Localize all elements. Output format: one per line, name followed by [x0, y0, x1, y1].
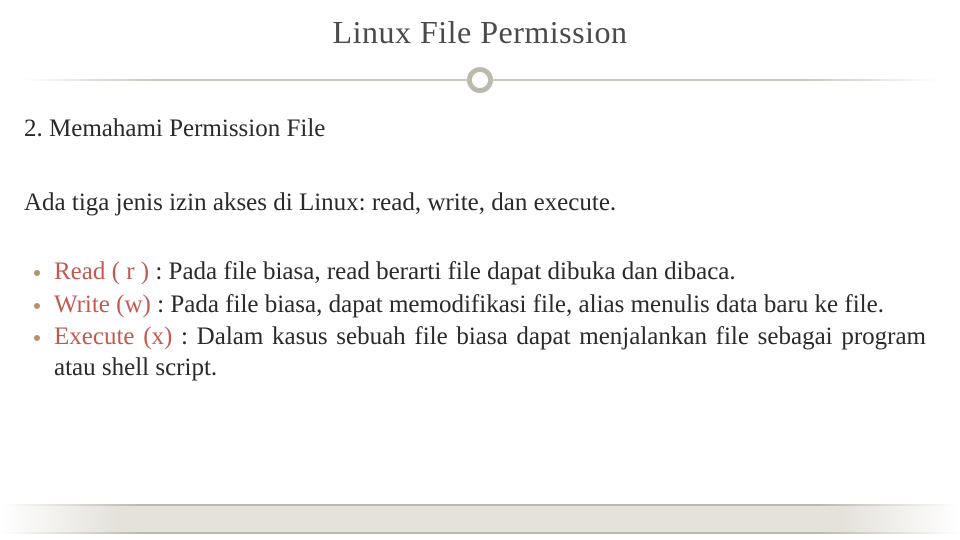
term-execute: Execute (x) — [54, 323, 172, 350]
bullet-icon — [34, 303, 40, 309]
desc-execute: : Dalam kasus sebuah file biasa dapat me… — [54, 323, 926, 381]
footer-band — [0, 506, 960, 532]
list-item: Execute (x) : Dalam kasus sebuah file bi… — [34, 322, 926, 383]
bullet-text: Read ( r ) : Pada file biasa, read berar… — [54, 257, 926, 288]
section-subtitle: 2. Memahami Permission File — [24, 115, 936, 143]
divider — [22, 61, 938, 101]
term-write: Write (w) — [54, 291, 151, 318]
slide: Linux File Permission 2. Memahami Permis… — [0, 0, 960, 540]
bullet-icon — [34, 270, 40, 276]
bullet-icon — [34, 335, 40, 341]
bullet-text: Write (w) : Pada file biasa, dapat memod… — [54, 290, 926, 321]
slide-title: Linux File Permission — [0, 0, 960, 51]
term-read: Read ( r ) — [54, 258, 149, 285]
list-item: Write (w) : Pada file biasa, dapat memod… — [34, 290, 926, 321]
intro-text: Ada tiga jenis izin akses di Linux: read… — [24, 189, 936, 217]
desc-write: : Pada file biasa, dapat memodifikasi fi… — [151, 291, 884, 318]
ring-icon — [467, 67, 493, 93]
list-item: Read ( r ) : Pada file biasa, read berar… — [34, 257, 926, 288]
bullet-list: Read ( r ) : Pada file biasa, read berar… — [34, 257, 926, 383]
bullet-text: Execute (x) : Dalam kasus sebuah file bi… — [54, 322, 926, 383]
desc-read: : Pada file biasa, read berarti file dap… — [149, 258, 736, 285]
